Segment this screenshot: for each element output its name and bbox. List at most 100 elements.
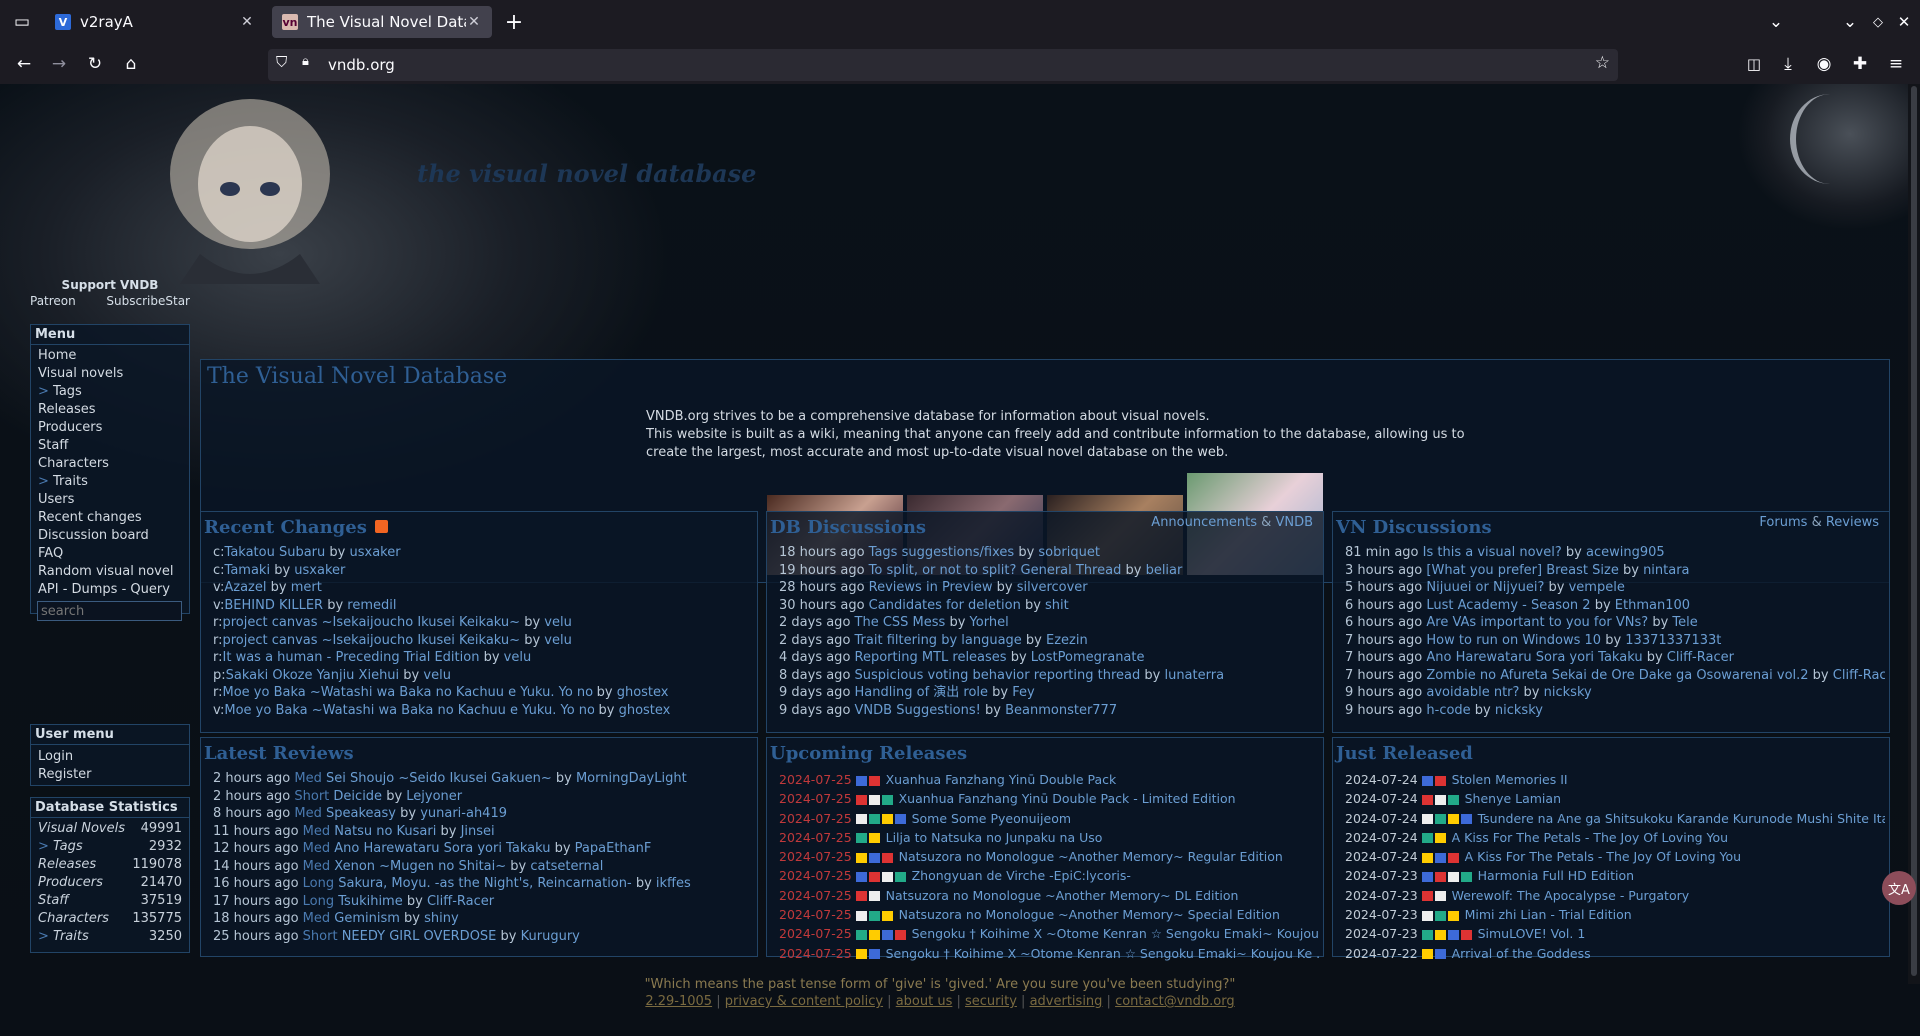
user-link[interactable]: nicksky bbox=[1544, 685, 1592, 700]
user-link[interactable]: Tele bbox=[1672, 615, 1697, 630]
menu-item[interactable]: Users bbox=[31, 491, 189, 509]
vn-link[interactable]: Sakura, Moyu. -as the Night's, Reincarna… bbox=[338, 876, 631, 891]
release-link[interactable]: Mimi zhi Lian - Trial Edition bbox=[1461, 907, 1632, 922]
user-link[interactable]: nintara bbox=[1643, 563, 1689, 578]
user-link[interactable]: lunaterra bbox=[1164, 668, 1224, 683]
release-link[interactable]: Lilja to Natsuka no Junpaku na Uso bbox=[882, 830, 1103, 845]
release-link[interactable]: Tsundere na Ane ga Shitsukoku Karande Ku… bbox=[1474, 811, 1885, 826]
release-link[interactable]: Some Some Pyeonuijeom bbox=[908, 811, 1071, 826]
patreon-link[interactable]: Patreon bbox=[30, 294, 76, 308]
thread-link[interactable]: Is this a visual novel? bbox=[1423, 545, 1562, 560]
user-link[interactable]: Beanmonster777 bbox=[1005, 703, 1117, 718]
change-item-link[interactable]: Tamaki bbox=[225, 563, 271, 578]
user-link[interactable]: velu bbox=[504, 650, 532, 665]
footer-link[interactable]: contact@vndb.org bbox=[1115, 994, 1235, 1009]
extensions-icon[interactable]: ✚ bbox=[1846, 50, 1874, 78]
stat-label[interactable]: Characters bbox=[38, 910, 109, 928]
user-link[interactable]: ikffes bbox=[656, 876, 691, 891]
thread-link[interactable]: Nijuuei or Nijyuei? bbox=[1426, 580, 1544, 595]
thread-link[interactable]: avoidable ntr? bbox=[1426, 685, 1519, 700]
user-link[interactable]: Ezezin bbox=[1046, 633, 1088, 648]
bookmark-star-icon[interactable]: ☆ bbox=[1595, 53, 1610, 73]
vn-link[interactable]: Deicide bbox=[333, 789, 382, 804]
forums-link[interactable]: Forums bbox=[1759, 515, 1807, 530]
user-link[interactable]: MorningDayLight bbox=[576, 771, 687, 786]
thread-link[interactable]: Suspicious voting behavior reporting thr… bbox=[855, 668, 1141, 683]
user-link[interactable]: sobriquet bbox=[1038, 545, 1100, 560]
vndb-link[interactable]: VNDB bbox=[1275, 515, 1313, 530]
pocket-icon[interactable]: ◫ bbox=[1740, 50, 1768, 78]
release-link[interactable]: Sengoku † Koihime X ~Otome Kenran ☆ Seng… bbox=[882, 946, 1319, 961]
translate-icon[interactable]: 文A bbox=[1882, 871, 1916, 905]
tab-vndb[interactable]: vn The Visual Novel Database ✕ bbox=[272, 6, 492, 38]
user-link[interactable]: ghostex bbox=[617, 685, 669, 700]
new-tab-icon[interactable]: + bbox=[500, 8, 528, 36]
thread-link[interactable]: VNDB Suggestions! bbox=[855, 703, 981, 718]
thread-link[interactable]: Zombie no Afureta Sekai de Ore Dake ga O… bbox=[1426, 668, 1808, 683]
user-link[interactable]: LostPomegranate bbox=[1031, 650, 1145, 665]
menu-item[interactable]: API - Dumps - Query bbox=[31, 581, 189, 599]
release-link[interactable]: Natsuzora no Monologue ~Another Memory~ … bbox=[895, 907, 1280, 922]
user-link[interactable]: yunari-ah419 bbox=[420, 806, 507, 821]
thread-link[interactable]: [What you prefer] Breast Size bbox=[1426, 563, 1618, 578]
menu-item[interactable]: > Traits bbox=[31, 473, 189, 491]
change-item-link[interactable]: It was a human - Preceding Trial Edition bbox=[223, 650, 480, 665]
downloads-icon[interactable]: ⤓ bbox=[1774, 50, 1802, 78]
thread-link[interactable]: Lust Academy - Season 2 bbox=[1426, 598, 1590, 613]
change-item-link[interactable]: BEHIND KILLER bbox=[224, 598, 323, 613]
forward-icon[interactable]: → bbox=[45, 50, 73, 78]
list-tabs-icon[interactable]: ⌄ bbox=[1762, 8, 1790, 36]
thread-link[interactable]: Ano Harewataru Sora yori Takaku bbox=[1426, 650, 1642, 665]
thread-link[interactable]: Reporting MTL releases bbox=[855, 650, 1007, 665]
user-link[interactable]: usxaker bbox=[350, 545, 401, 560]
thread-link[interactable]: The CSS Mess bbox=[855, 615, 946, 630]
user-link[interactable]: Cliff-Racer bbox=[1667, 650, 1734, 665]
release-link[interactable]: Natsuzora no Monologue ~Another Memory~ … bbox=[882, 888, 1239, 903]
user-link[interactable]: remedil bbox=[347, 598, 396, 613]
announcements-link[interactable]: Announcements bbox=[1151, 515, 1257, 530]
stat-label[interactable]: Visual Novels bbox=[38, 820, 125, 838]
menu-item[interactable]: Visual novels bbox=[31, 365, 189, 383]
scrollbar[interactable] bbox=[1908, 84, 1920, 984]
close-window-icon[interactable]: ✕ bbox=[1890, 8, 1918, 36]
release-link[interactable]: Arrival of the Goddess bbox=[1448, 946, 1591, 961]
user-link[interactable]: Cliff-Racer bbox=[427, 894, 494, 909]
menu-item[interactable]: FAQ bbox=[31, 545, 189, 563]
change-item-link[interactable]: Moe yo Baka ~Watashi wa Baka no Kachuu e… bbox=[223, 684, 593, 702]
user-link[interactable]: shiny bbox=[424, 911, 459, 926]
user-link[interactable]: acewing905 bbox=[1586, 545, 1665, 560]
user-link[interactable]: Jinsei bbox=[461, 824, 495, 839]
reload-icon[interactable]: ↻ bbox=[81, 50, 109, 78]
user-link[interactable]: vempele bbox=[1569, 580, 1625, 595]
menu-item[interactable]: Home bbox=[31, 347, 189, 365]
lock-icon[interactable]: 🔒︎ bbox=[302, 54, 309, 69]
user-link[interactable]: catseternal bbox=[530, 859, 603, 874]
footer-link[interactable]: advertising bbox=[1030, 994, 1103, 1009]
url-bar[interactable]: ⛉ 🔒︎ vndb.org ☆ bbox=[268, 49, 1618, 81]
stat-label[interactable]: > Tags bbox=[38, 838, 83, 856]
thread-link[interactable]: To split, or not to split? General Threa… bbox=[869, 563, 1122, 578]
release-link[interactable]: Zhongyuan de Virche -EpiC:lycoris- bbox=[908, 868, 1131, 883]
menu-item[interactable]: > Tags bbox=[31, 383, 189, 401]
login-link[interactable]: Login bbox=[31, 748, 189, 766]
release-link[interactable]: Natsuzora no Monologue ~Another Memory~ … bbox=[895, 849, 1283, 864]
footer-link[interactable]: about us bbox=[896, 994, 953, 1009]
thread-link[interactable]: Tags suggestions/fixes bbox=[869, 545, 1015, 560]
vn-link[interactable]: Tsukihime bbox=[338, 894, 402, 909]
user-link[interactable]: Cliff-Racer bbox=[1833, 668, 1885, 683]
account-icon[interactable]: ◉ bbox=[1810, 50, 1838, 78]
user-link[interactable]: Kurugury bbox=[521, 929, 580, 944]
vn-link[interactable]: Natsu no Kusari bbox=[334, 824, 436, 839]
user-link[interactable]: ghostex bbox=[619, 703, 671, 718]
user-link[interactable]: PapaEthanF bbox=[575, 841, 652, 856]
change-item-link[interactable]: Azazel bbox=[224, 580, 266, 595]
release-link[interactable]: Sengoku † Koihime X ~Otome Kenran ☆ Seng… bbox=[908, 926, 1319, 941]
thread-link[interactable]: How to run on Windows 10 bbox=[1426, 633, 1601, 648]
release-link[interactable]: Xuanhua Fanzhang Yinū Double Pack - Limi… bbox=[895, 791, 1236, 806]
stat-label[interactable]: > Traits bbox=[38, 928, 89, 946]
change-item-link[interactable]: project canvas ~Isekaijoucho Ikusei Keik… bbox=[223, 633, 521, 648]
release-link[interactable]: Werewolf: The Apocalypse - Purgatory bbox=[1448, 888, 1690, 903]
thread-link[interactable]: Trait filtering by language bbox=[855, 633, 1022, 648]
vn-link[interactable]: Geminism bbox=[334, 911, 400, 926]
menu-item[interactable]: Producers bbox=[31, 419, 189, 437]
